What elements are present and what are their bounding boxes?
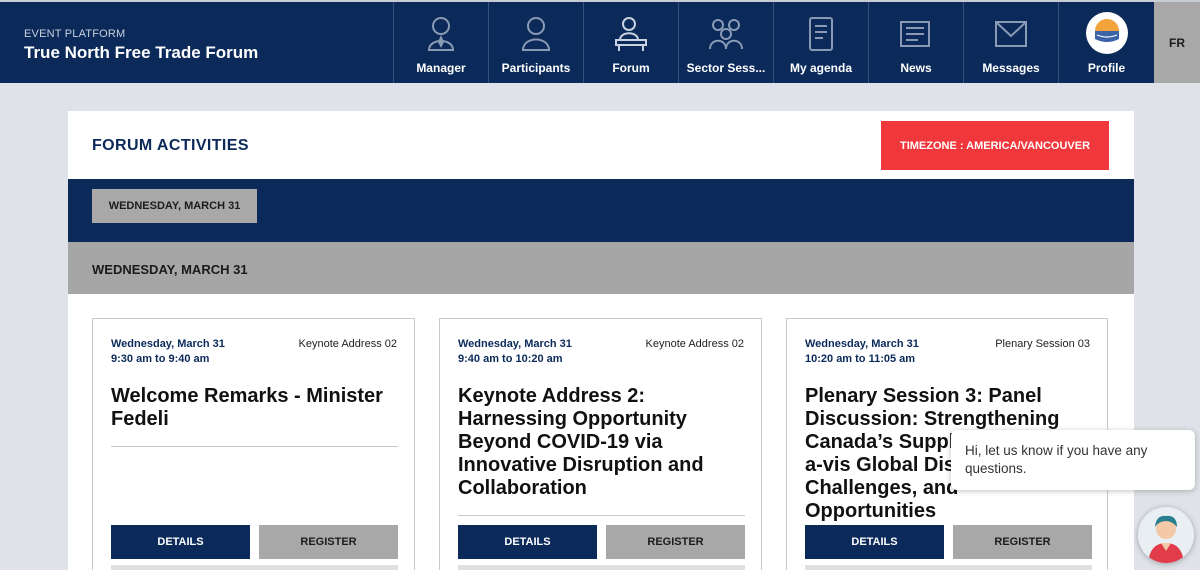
nav-participants-label: Participants [501,61,571,75]
card-date: Wednesday, March 31 [458,338,572,350]
details-button[interactable]: DETAILS [111,525,250,559]
details-button[interactable]: DETAILS [805,525,944,559]
card-title[interactable]: Welcome Remarks - Minister Fedeli [111,385,401,431]
page-title: FORUM ACTIVITIES [92,137,249,154]
nav-profile-label: Profile [1087,61,1126,75]
card-footer-bar [805,565,1092,570]
participants-icon [489,16,583,52]
nav-profile[interactable]: Profile [1058,2,1154,83]
date-tab-march-31[interactable]: WEDNESDAY, MARCH 31 [92,189,257,223]
card-date: Wednesday, March 31 [805,338,919,350]
forum-icon [584,16,678,52]
forum-activities-panel: FORUM ACTIVITIES TIMEZONE : AMERICA/VANC… [68,111,1134,570]
nav-messages-label: Messages [982,61,1040,75]
news-icon [869,16,963,52]
nav-sector-sessions-label: Sector Sess... [686,61,766,75]
card-title[interactable]: Keynote Address 2: Harnessing Opportunit… [458,385,748,500]
profile-logo [1085,12,1128,54]
support-agent-icon [1138,507,1194,563]
nav-forum-label: Forum [612,61,650,75]
activity-card: Wednesday, March 31 9:30 am to 9:40 am K… [92,318,415,570]
register-button[interactable]: REGISTER [953,525,1092,559]
card-date: Wednesday, March 31 [111,338,225,350]
agenda-icon [774,16,868,52]
nav-news[interactable]: News [868,2,963,83]
sector-sessions-icon [679,16,773,52]
card-time: 9:30 am to 9:40 am [111,353,210,365]
day-header-label: WEDNESDAY, MARCH 31 [92,262,248,277]
card-footer-bar [458,565,745,570]
register-button[interactable]: REGISTER [606,525,745,559]
nav-news-label: News [900,61,932,75]
nav-sector-sessions[interactable]: Sector Sess... [678,2,773,83]
event-title: True North Free Trade Forum [24,43,259,62]
card-category: Keynote Address 02 [645,338,744,350]
card-divider [458,515,745,516]
card-time: 10:20 am to 11:05 am [805,353,916,365]
manager-icon [394,16,488,52]
nav-manager[interactable]: Manager [393,2,488,83]
chat-avatar-button[interactable] [1138,507,1194,563]
nav-manager-label: Manager [416,61,466,75]
card-footer-bar [111,565,398,570]
activity-card: Wednesday, March 31 9:40 am to 10:20 am … [439,318,762,570]
card-category: Keynote Address 02 [298,338,397,350]
card-time: 9:40 am to 10:20 am [458,353,563,365]
details-button[interactable]: DETAILS [458,525,597,559]
nav-my-agenda[interactable]: My agenda [773,2,868,83]
day-header: WEDNESDAY, MARCH 31 [68,242,1134,294]
nav-participants[interactable]: Participants [488,2,583,83]
nav-forum[interactable]: Forum [583,2,678,83]
timezone-button[interactable]: TIMEZONE : AMERICA/VANCOUVER [881,121,1109,170]
date-tabs-bar: WEDNESDAY, MARCH 31 [68,179,1134,242]
register-button[interactable]: REGISTER [259,525,398,559]
nav-messages[interactable]: Messages [963,2,1058,83]
card-divider [111,446,398,447]
messages-icon [964,16,1058,52]
profile-icon-wrap [1059,12,1154,54]
platform-label: EVENT PLATFORM [24,28,126,40]
card-category: Plenary Session 03 [995,338,1090,350]
chat-greeting-bubble[interactable]: Hi, let us know if you have any question… [951,430,1195,490]
top-navigation-bar: EVENT PLATFORM True North Free Trade For… [0,0,1200,83]
brand[interactable]: EVENT PLATFORM True North Free Trade For… [24,28,258,63]
language-toggle[interactable]: FR [1154,2,1200,83]
nav-my-agenda-label: My agenda [789,61,852,75]
